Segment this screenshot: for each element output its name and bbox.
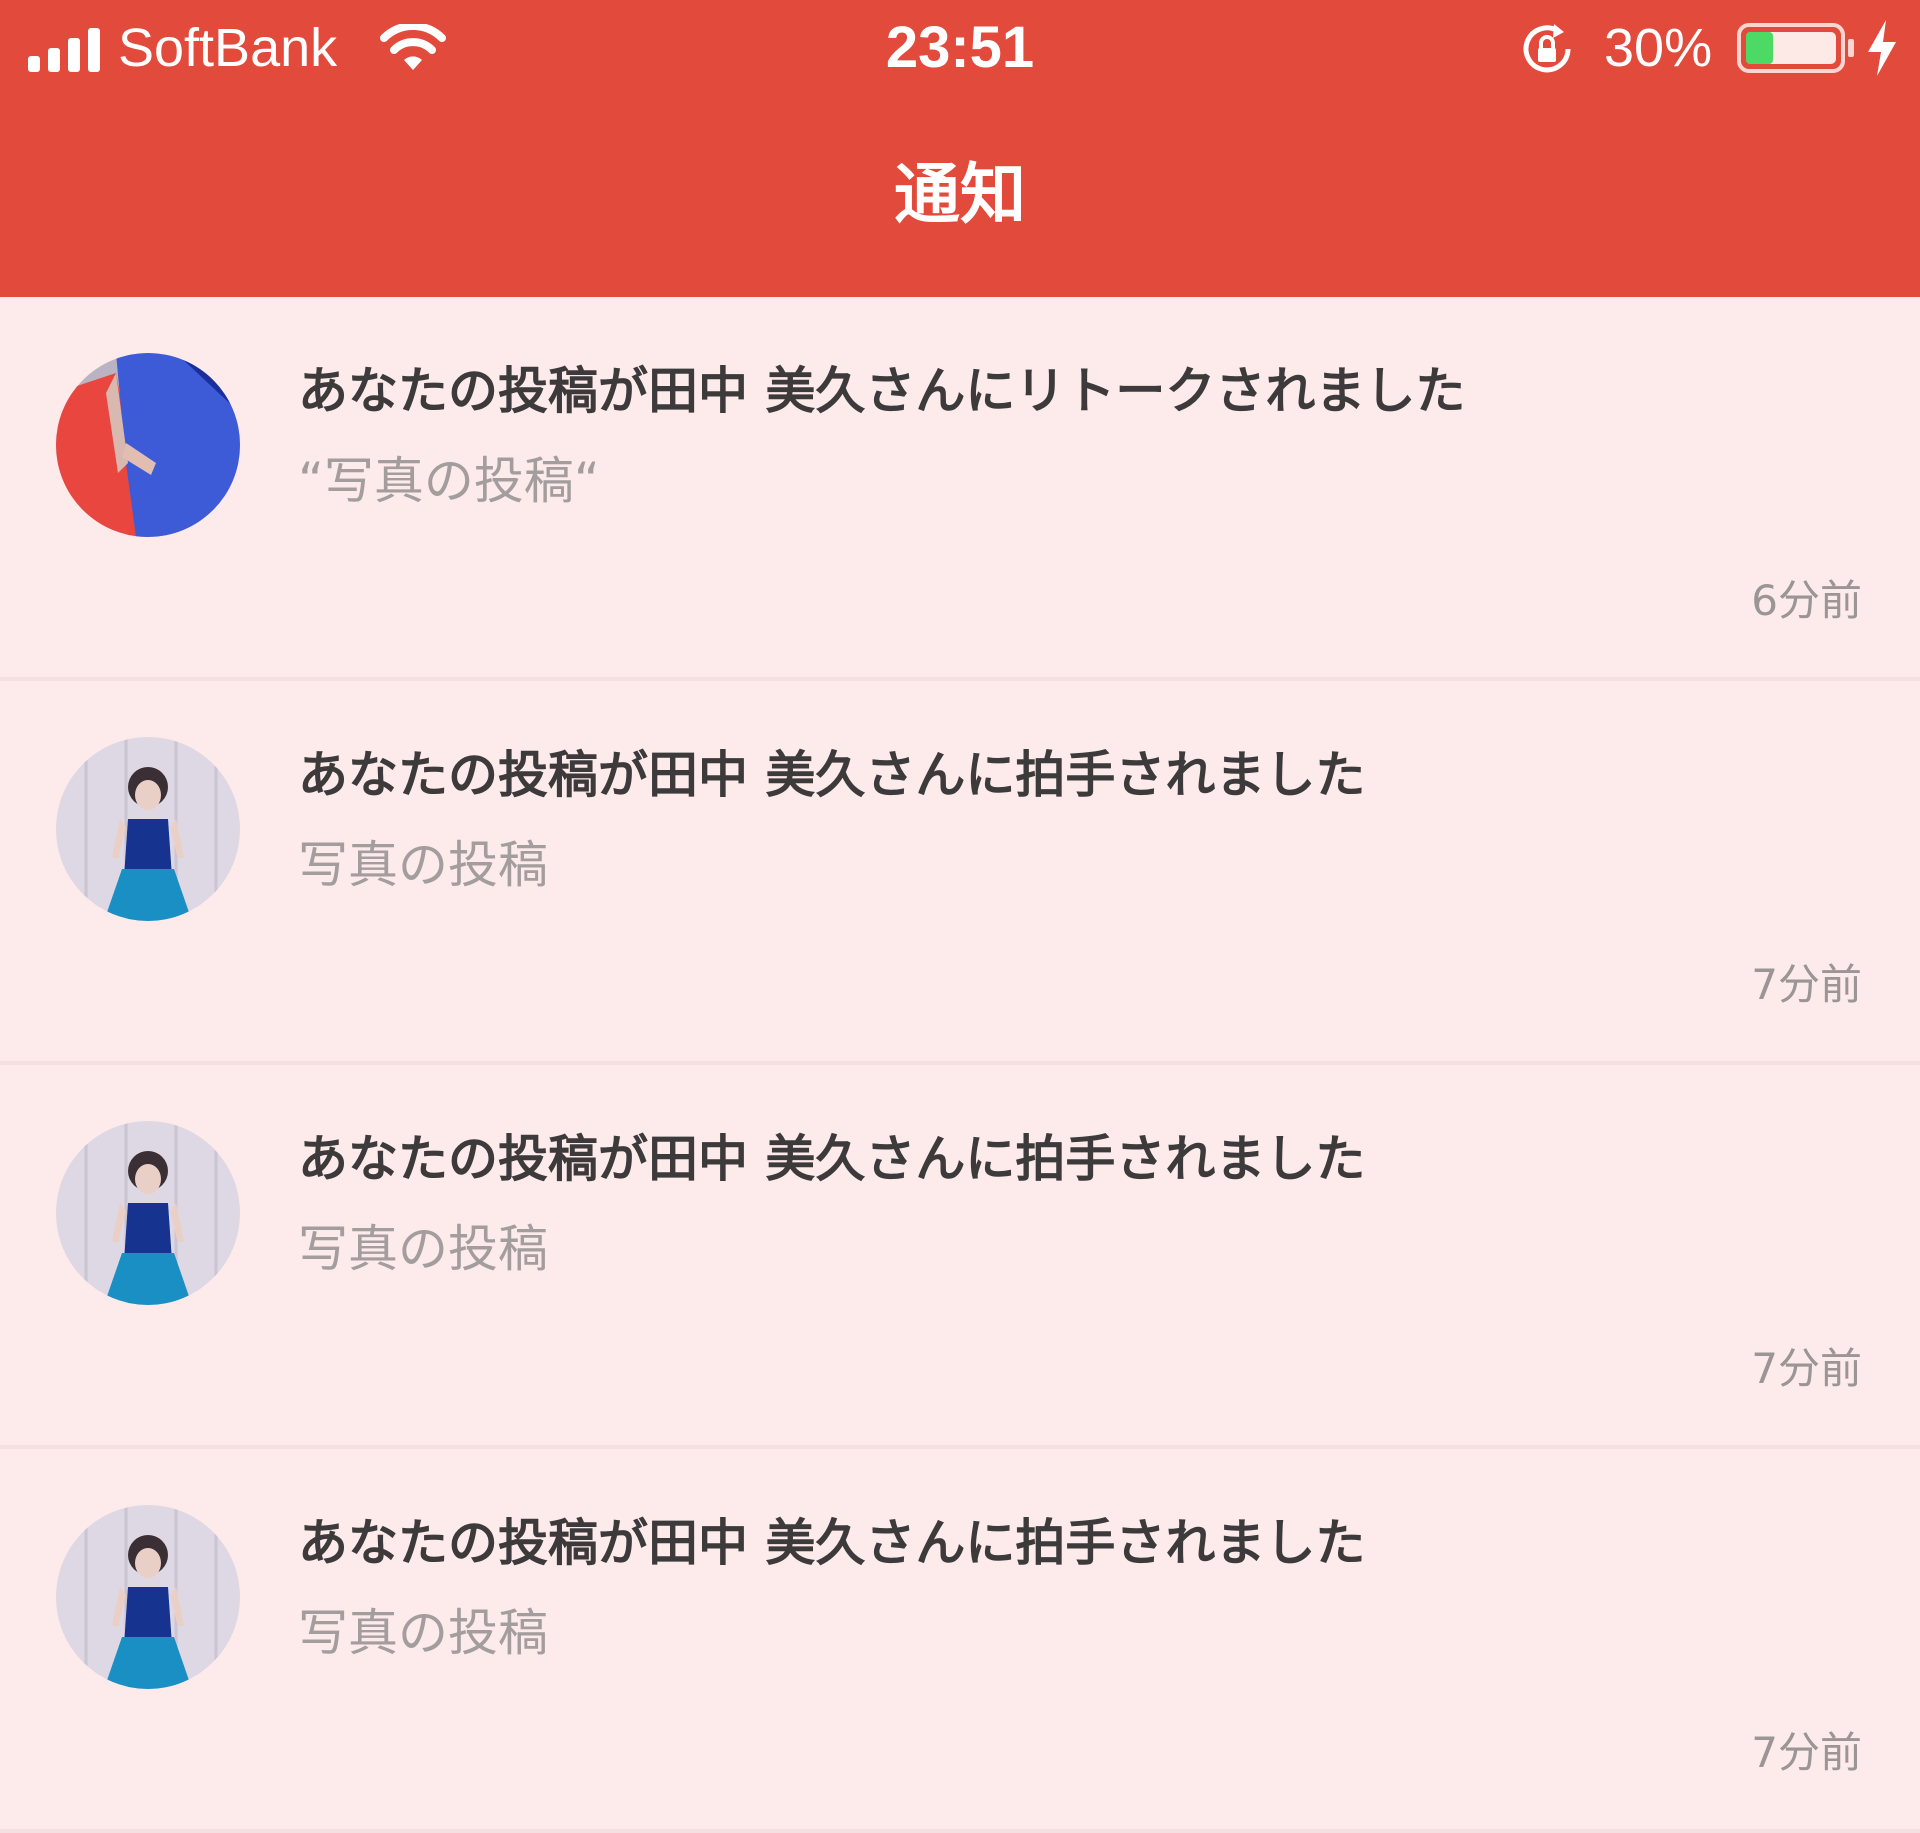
- notification-title: あなたの投稿が田中 美久さんに拍手されました: [298, 746, 1366, 804]
- avatar-photo: [56, 737, 240, 921]
- avatar[interactable]: [56, 1121, 240, 1305]
- page-title: 通知: [894, 156, 1026, 233]
- rotation-lock-icon: [1523, 24, 1571, 73]
- notification-time: 6分前: [1751, 576, 1862, 625]
- avatar[interactable]: [56, 1505, 240, 1689]
- notification-title: あなたの投稿が田中 美久さんにリトークされました: [298, 362, 1466, 420]
- notification-list: あなたの投稿が田中 美久さんにリトークされました “写真の投稿“ 6分前 あなたの投稿…: [0, 297, 1920, 1833]
- notification-item[interactable]: あなたの投稿が田中 美久さんに拍手されました 写真の投稿 7分前: [0, 1065, 1920, 1449]
- charging-icon: [1868, 20, 1896, 76]
- notification-subtitle: 写真の投稿: [298, 1220, 548, 1278]
- avatar-photo: [56, 1505, 240, 1689]
- notification-time: 7分前: [1751, 960, 1862, 1009]
- notification-title: あなたの投稿が田中 美久さんに拍手されました: [298, 1130, 1366, 1188]
- notification-subtitle: 写真の投稿: [298, 836, 548, 894]
- avatar-photo: [56, 353, 240, 537]
- battery-icon: [1737, 23, 1854, 73]
- notification-title: あなたの投稿が田中 美久さんに拍手されました: [298, 1514, 1366, 1572]
- notification-time: 7分前: [1751, 1728, 1862, 1777]
- notification-item[interactable]: あなたの投稿が田中 美久さんに拍手されました 写真の投稿 7分前: [0, 1449, 1920, 1833]
- notification-time: 7分前: [1751, 1344, 1862, 1393]
- avatar[interactable]: [56, 353, 240, 537]
- notification-subtitle: 写真の投稿: [298, 1604, 548, 1662]
- notification-subtitle: “写真の投稿“: [298, 452, 600, 510]
- avatar[interactable]: [56, 737, 240, 921]
- avatar-photo: [56, 1121, 240, 1305]
- status-bar: SoftBank 23:51 30%: [0, 0, 1920, 98]
- app-header: SoftBank 23:51 30% 通知: [0, 0, 1920, 297]
- notification-item[interactable]: あなたの投稿が田中 美久さんにリトークされました “写真の投稿“ 6分前: [0, 297, 1920, 681]
- notification-item[interactable]: あなたの投稿が田中 美久さんに拍手されました 写真の投稿 7分前: [0, 681, 1920, 1065]
- battery-percent: 30%: [1604, 18, 1713, 78]
